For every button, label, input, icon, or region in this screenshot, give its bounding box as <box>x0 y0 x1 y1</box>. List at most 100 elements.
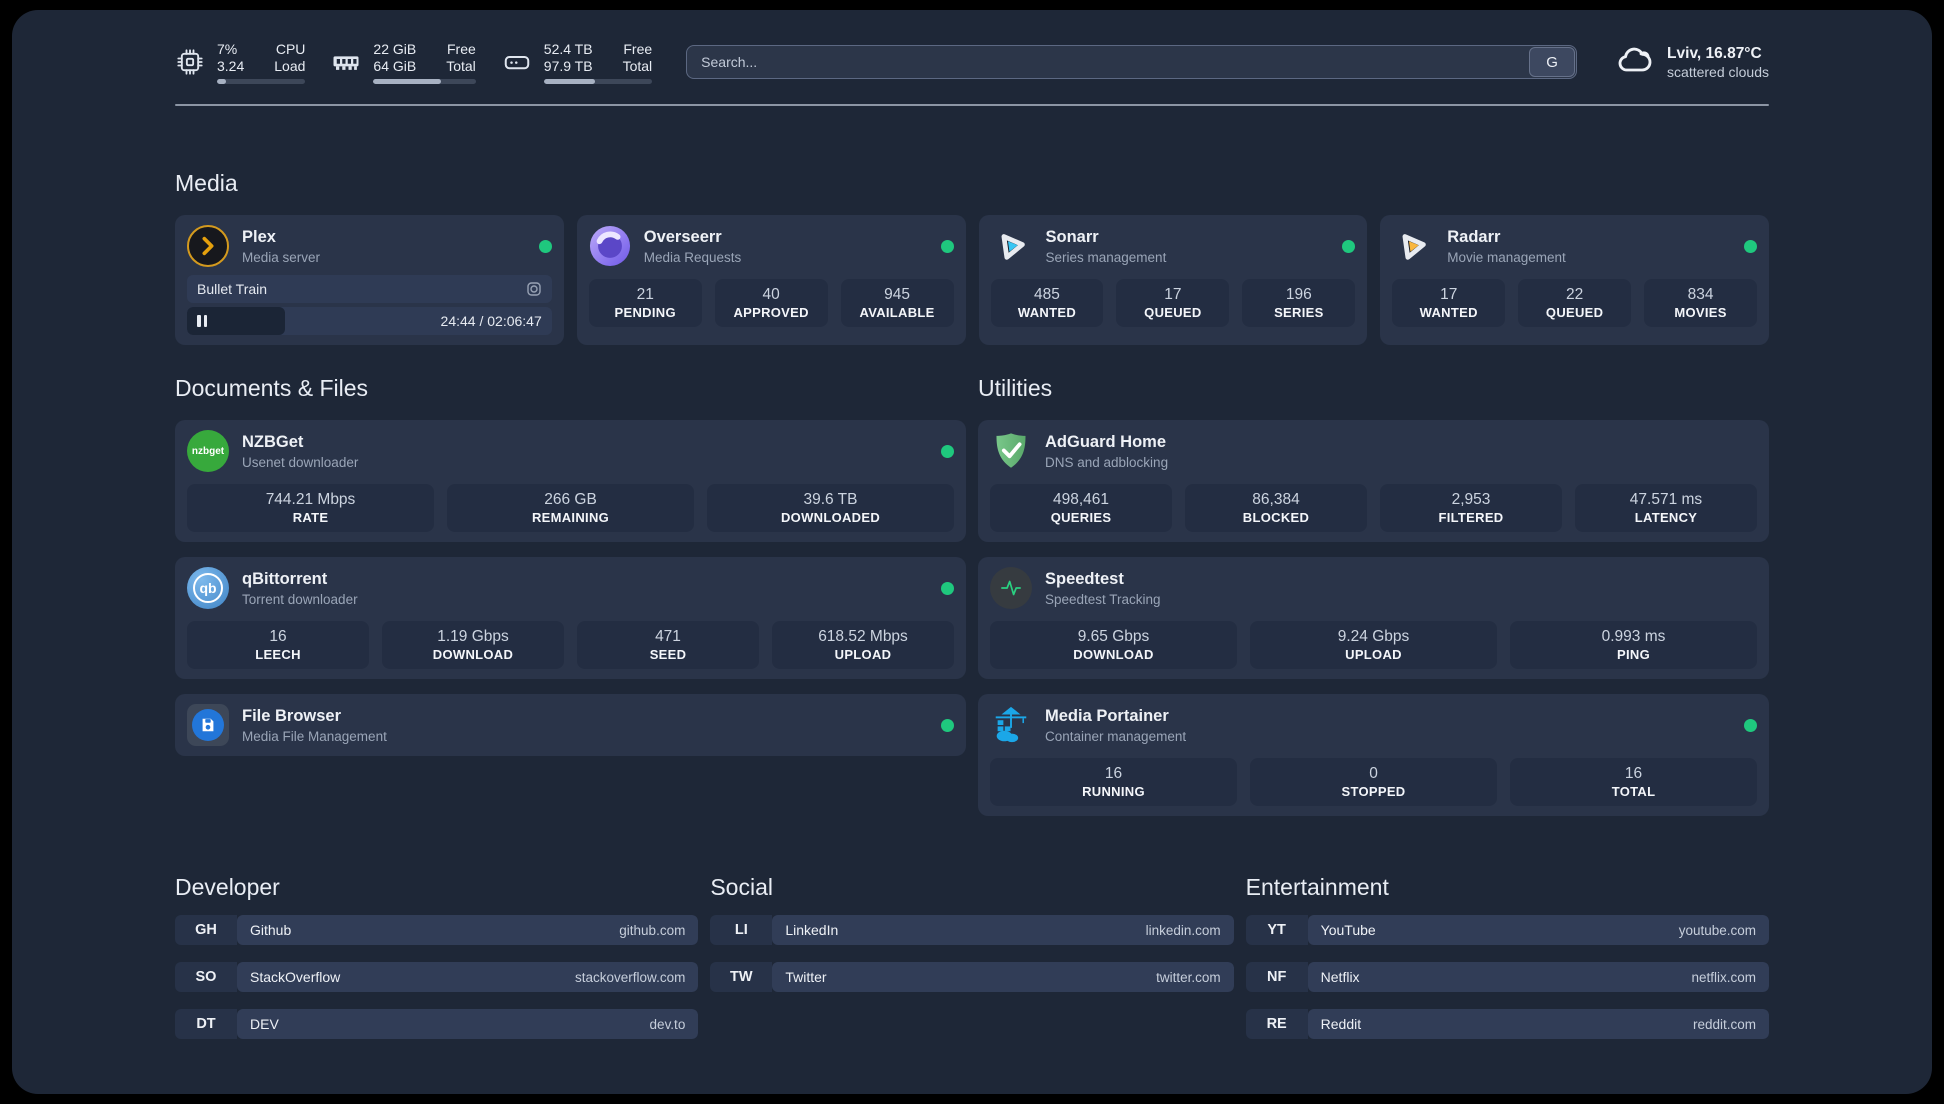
bookmark-tag: NF <box>1245 962 1308 992</box>
bookmark-reddit[interactable]: RE Reddit reddit.com <box>1245 1009 1769 1039</box>
disk-total-value: 97.9 TB <box>543 57 593 74</box>
app-card-filebrowser[interactable]: File Browser Media File Management <box>175 694 966 756</box>
stat-queued: 17 QUEUED <box>1116 279 1230 327</box>
bookmark-twitter[interactable]: TW Twitter twitter.com <box>710 962 1234 992</box>
stat-value: 0 <box>1369 765 1378 782</box>
bookmark-linkedin[interactable]: LI LinkedIn linkedin.com <box>710 915 1234 945</box>
status-dot-online <box>1744 718 1757 732</box>
stat-value: 744.21 Mbps <box>265 491 356 508</box>
stat-label: SERIES <box>1274 305 1324 320</box>
app-card-plex[interactable]: Plex Media server Bullet Train 24:44 / 0… <box>175 215 564 345</box>
status-dot-online <box>1342 239 1356 253</box>
bookmark-url: netflix.com <box>1691 969 1756 985</box>
stat-label: APPROVED <box>733 305 809 320</box>
app-card-nzbget[interactable]: nzbget NZBGet Usenet downloader 744.21 M… <box>175 420 966 542</box>
status-dot-online <box>941 581 954 595</box>
overseerr-icon <box>589 225 631 267</box>
search-engine-button[interactable]: G <box>1529 47 1576 77</box>
plex-icon <box>187 225 229 267</box>
bookmark-url: dev.to <box>649 1016 686 1032</box>
memory-stat-text: 22 GiB 64 GiB Free Total <box>373 40 476 84</box>
stat-rate: 744.21 Mbps RATE <box>187 484 434 532</box>
stat-label: TOTAL <box>1611 784 1656 799</box>
qbittorrent-icon-text: qb <box>193 573 223 603</box>
utilities-column: Utilities AdGuard Home DNS and adblockin… <box>978 375 1769 816</box>
stat-ping: 0.993 ms PING <box>1510 621 1757 669</box>
bookmark-stackoverflow[interactable]: SO StackOverflow stackoverflow.com <box>175 962 699 992</box>
app-card-portainer[interactable]: Media Portainer Container management 16 … <box>978 694 1769 816</box>
section-title-utilities: Utilities <box>978 375 1053 401</box>
bookmark-tag: LI <box>710 915 773 945</box>
stat-label: REMAINING <box>531 510 610 525</box>
bookmark-name: Reddit <box>1320 1016 1362 1032</box>
bookmarks-section: Developer GH Github github.com SO StackO… <box>175 874 1769 1056</box>
status-dot-online <box>941 444 954 458</box>
memory-free-label: Free <box>447 40 476 57</box>
status-dot-online <box>538 239 552 253</box>
app-name: qBittorrent <box>242 569 328 588</box>
stat-movies: 834 MOVIES <box>1644 279 1758 327</box>
section-title-developer: Developer <box>175 874 280 900</box>
cpu-progress-bar <box>217 78 306 84</box>
bookmark-group-developer: Developer GH Github github.com SO StackO… <box>175 874 699 1056</box>
app-card-overseerr[interactable]: Overseerr Media Requests 21 PENDING 40 A… <box>576 215 966 345</box>
stat-value: 47.571 ms <box>1629 491 1703 508</box>
bookmark-name: Twitter <box>785 969 827 985</box>
app-desc: Movie management <box>1447 249 1566 265</box>
app-card-adguard[interactable]: AdGuard Home DNS and adblocking 498,461 … <box>978 420 1769 542</box>
bookmark-tag: RE <box>1245 1009 1308 1039</box>
portainer-icon <box>990 704 1032 746</box>
app-card-sonarr[interactable]: Sonarr Series management 485 WANTED 17 Q… <box>978 215 1368 345</box>
bookmark-name: DEV <box>250 1016 279 1032</box>
memory-stat: 22 GiB 64 GiB Free Total <box>331 40 476 84</box>
disk-progress-bar <box>543 78 653 84</box>
stat-value: 2,953 <box>1451 491 1491 508</box>
dashboard-window: 7% 3.24 CPU Load 22 GiB 64 GiB Free Tota… <box>12 10 1932 1094</box>
status-dot-online <box>1744 239 1757 253</box>
stat-label: STOPPED <box>1341 784 1406 799</box>
app-desc: Media File Management <box>242 728 387 744</box>
stat-label: SEED <box>649 647 687 662</box>
bookmark-url: stackoverflow.com <box>575 969 686 985</box>
speedtest-icon <box>990 567 1032 609</box>
app-card-speedtest[interactable]: Speedtest Speedtest Tracking 9.65 Gbps D… <box>978 557 1769 679</box>
ram-icon <box>331 47 361 77</box>
bookmark-group-social: Social LI LinkedIn linkedin.com TW Twitt… <box>710 874 1234 1056</box>
stat-label: RATE <box>292 510 329 525</box>
stat-value: 40 <box>762 286 780 303</box>
pause-icon[interactable] <box>197 315 207 327</box>
bookmark-github[interactable]: GH Github github.com <box>175 915 699 945</box>
stat-value: 618.52 Mbps <box>818 628 908 645</box>
stat-downloaded: 39.6 TB DOWNLOADED <box>707 484 954 532</box>
media-art-icon[interactable] <box>526 281 542 297</box>
bookmark-netflix[interactable]: NF Netflix netflix.com <box>1245 962 1769 992</box>
stat-filtered: 2,953 FILTERED <box>1380 484 1562 532</box>
app-desc: Media server <box>242 249 321 265</box>
weather-widget: Lviv, 16.87°C scattered clouds <box>1615 40 1769 85</box>
bookmark-dev[interactable]: DT DEV dev.to <box>175 1009 699 1039</box>
bookmark-url: linkedin.com <box>1145 922 1221 938</box>
stat-total: 16 TOTAL <box>1510 758 1757 806</box>
sonarr-icon <box>991 225 1033 267</box>
cpu-label: CPU <box>275 40 306 57</box>
stat-label: MOVIES <box>1674 305 1727 320</box>
load-label: Load <box>274 57 306 74</box>
bookmark-youtube[interactable]: YT YouTube youtube.com <box>1245 915 1769 945</box>
bookmark-url: reddit.com <box>1692 1016 1756 1032</box>
disk-total-label: Total <box>622 57 653 74</box>
app-name: Media Portainer <box>1045 706 1169 725</box>
app-desc: Media Requests <box>643 249 742 265</box>
app-name: AdGuard Home <box>1045 432 1167 451</box>
search-input[interactable] <box>686 45 1578 79</box>
app-card-radarr[interactable]: Radarr Movie management 17 WANTED 22 QUE… <box>1380 215 1769 345</box>
stat-approved: 40 APPROVED <box>714 279 828 327</box>
system-stats: 7% 3.24 CPU Load 22 GiB 64 GiB Free Tota… <box>175 40 653 84</box>
cpu-stat: 7% 3.24 CPU Load <box>175 40 306 84</box>
stat-value: 498,461 <box>1052 491 1110 508</box>
stat-value: 22 <box>1566 286 1584 303</box>
stat-series: 196 SERIES <box>1242 279 1356 327</box>
bookmark-url: youtube.com <box>1678 922 1756 938</box>
app-name: Plex <box>242 227 276 246</box>
stat-value: 1.19 Gbps <box>437 628 509 645</box>
app-card-qbittorrent[interactable]: qb qBittorrent Torrent downloader 16 LEE… <box>175 557 966 679</box>
